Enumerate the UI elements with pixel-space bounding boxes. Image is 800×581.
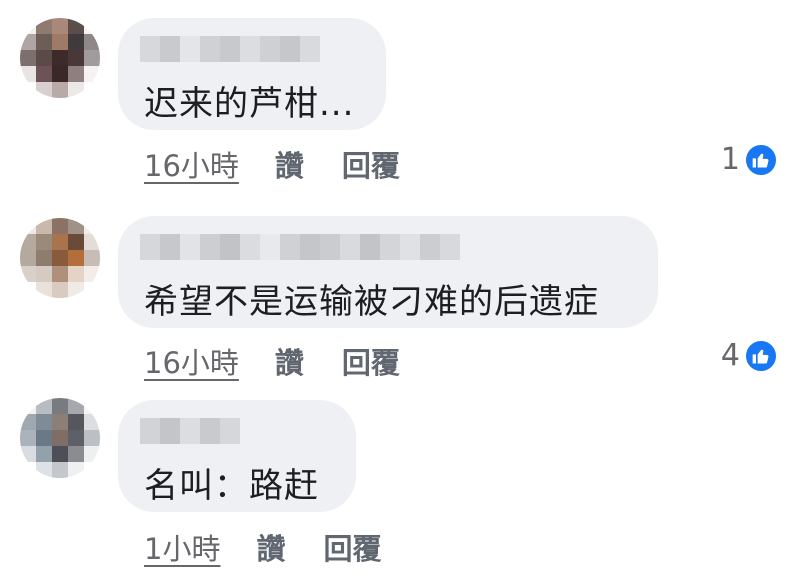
- timestamp-link[interactable]: 16小時: [144, 143, 239, 185]
- like-button[interactable]: 讚: [275, 340, 304, 382]
- comment-bubble: 迟来的芦柑...: [118, 18, 386, 130]
- like-button[interactable]: 讚: [256, 526, 285, 568]
- reaction-count[interactable]: 4: [721, 338, 778, 373]
- timestamp-link[interactable]: 1小時: [144, 526, 220, 568]
- reaction-count[interactable]: 1: [721, 142, 778, 177]
- like-button[interactable]: 讚: [275, 143, 304, 185]
- commenter-name-blurred[interactable]: [140, 234, 460, 260]
- thumbs-up-icon: [744, 338, 778, 373]
- avatar[interactable]: [20, 18, 100, 98]
- reply-button[interactable]: 回覆: [342, 143, 400, 185]
- comment-actions: 16小時 讚 回覆: [144, 340, 400, 382]
- commenter-name-blurred[interactable]: [140, 418, 240, 444]
- avatar[interactable]: [20, 218, 100, 298]
- reaction-count-value: 4: [720, 338, 740, 373]
- avatar[interactable]: [20, 398, 100, 478]
- comment-bubble: 希望不是运输被刁难的后遗症: [118, 216, 658, 328]
- reply-button[interactable]: 回覆: [323, 526, 381, 568]
- thumbs-up-icon: [744, 142, 778, 177]
- comment-actions: 1小時 讚 回覆: [144, 526, 381, 568]
- comment-text: 名叫：路赶: [144, 466, 319, 506]
- timestamp-link[interactable]: 16小時: [144, 340, 239, 382]
- comment-actions: 16小時 讚 回覆: [144, 143, 400, 185]
- comment-bubble: 名叫：路赶: [118, 400, 356, 512]
- comment-text: 迟来的芦柑...: [144, 84, 355, 124]
- reply-button[interactable]: 回覆: [342, 340, 400, 382]
- commenter-name-blurred[interactable]: [140, 36, 320, 62]
- comment-text: 希望不是运输被刁难的后遗症: [144, 282, 599, 322]
- reaction-count-value: 1: [720, 142, 740, 177]
